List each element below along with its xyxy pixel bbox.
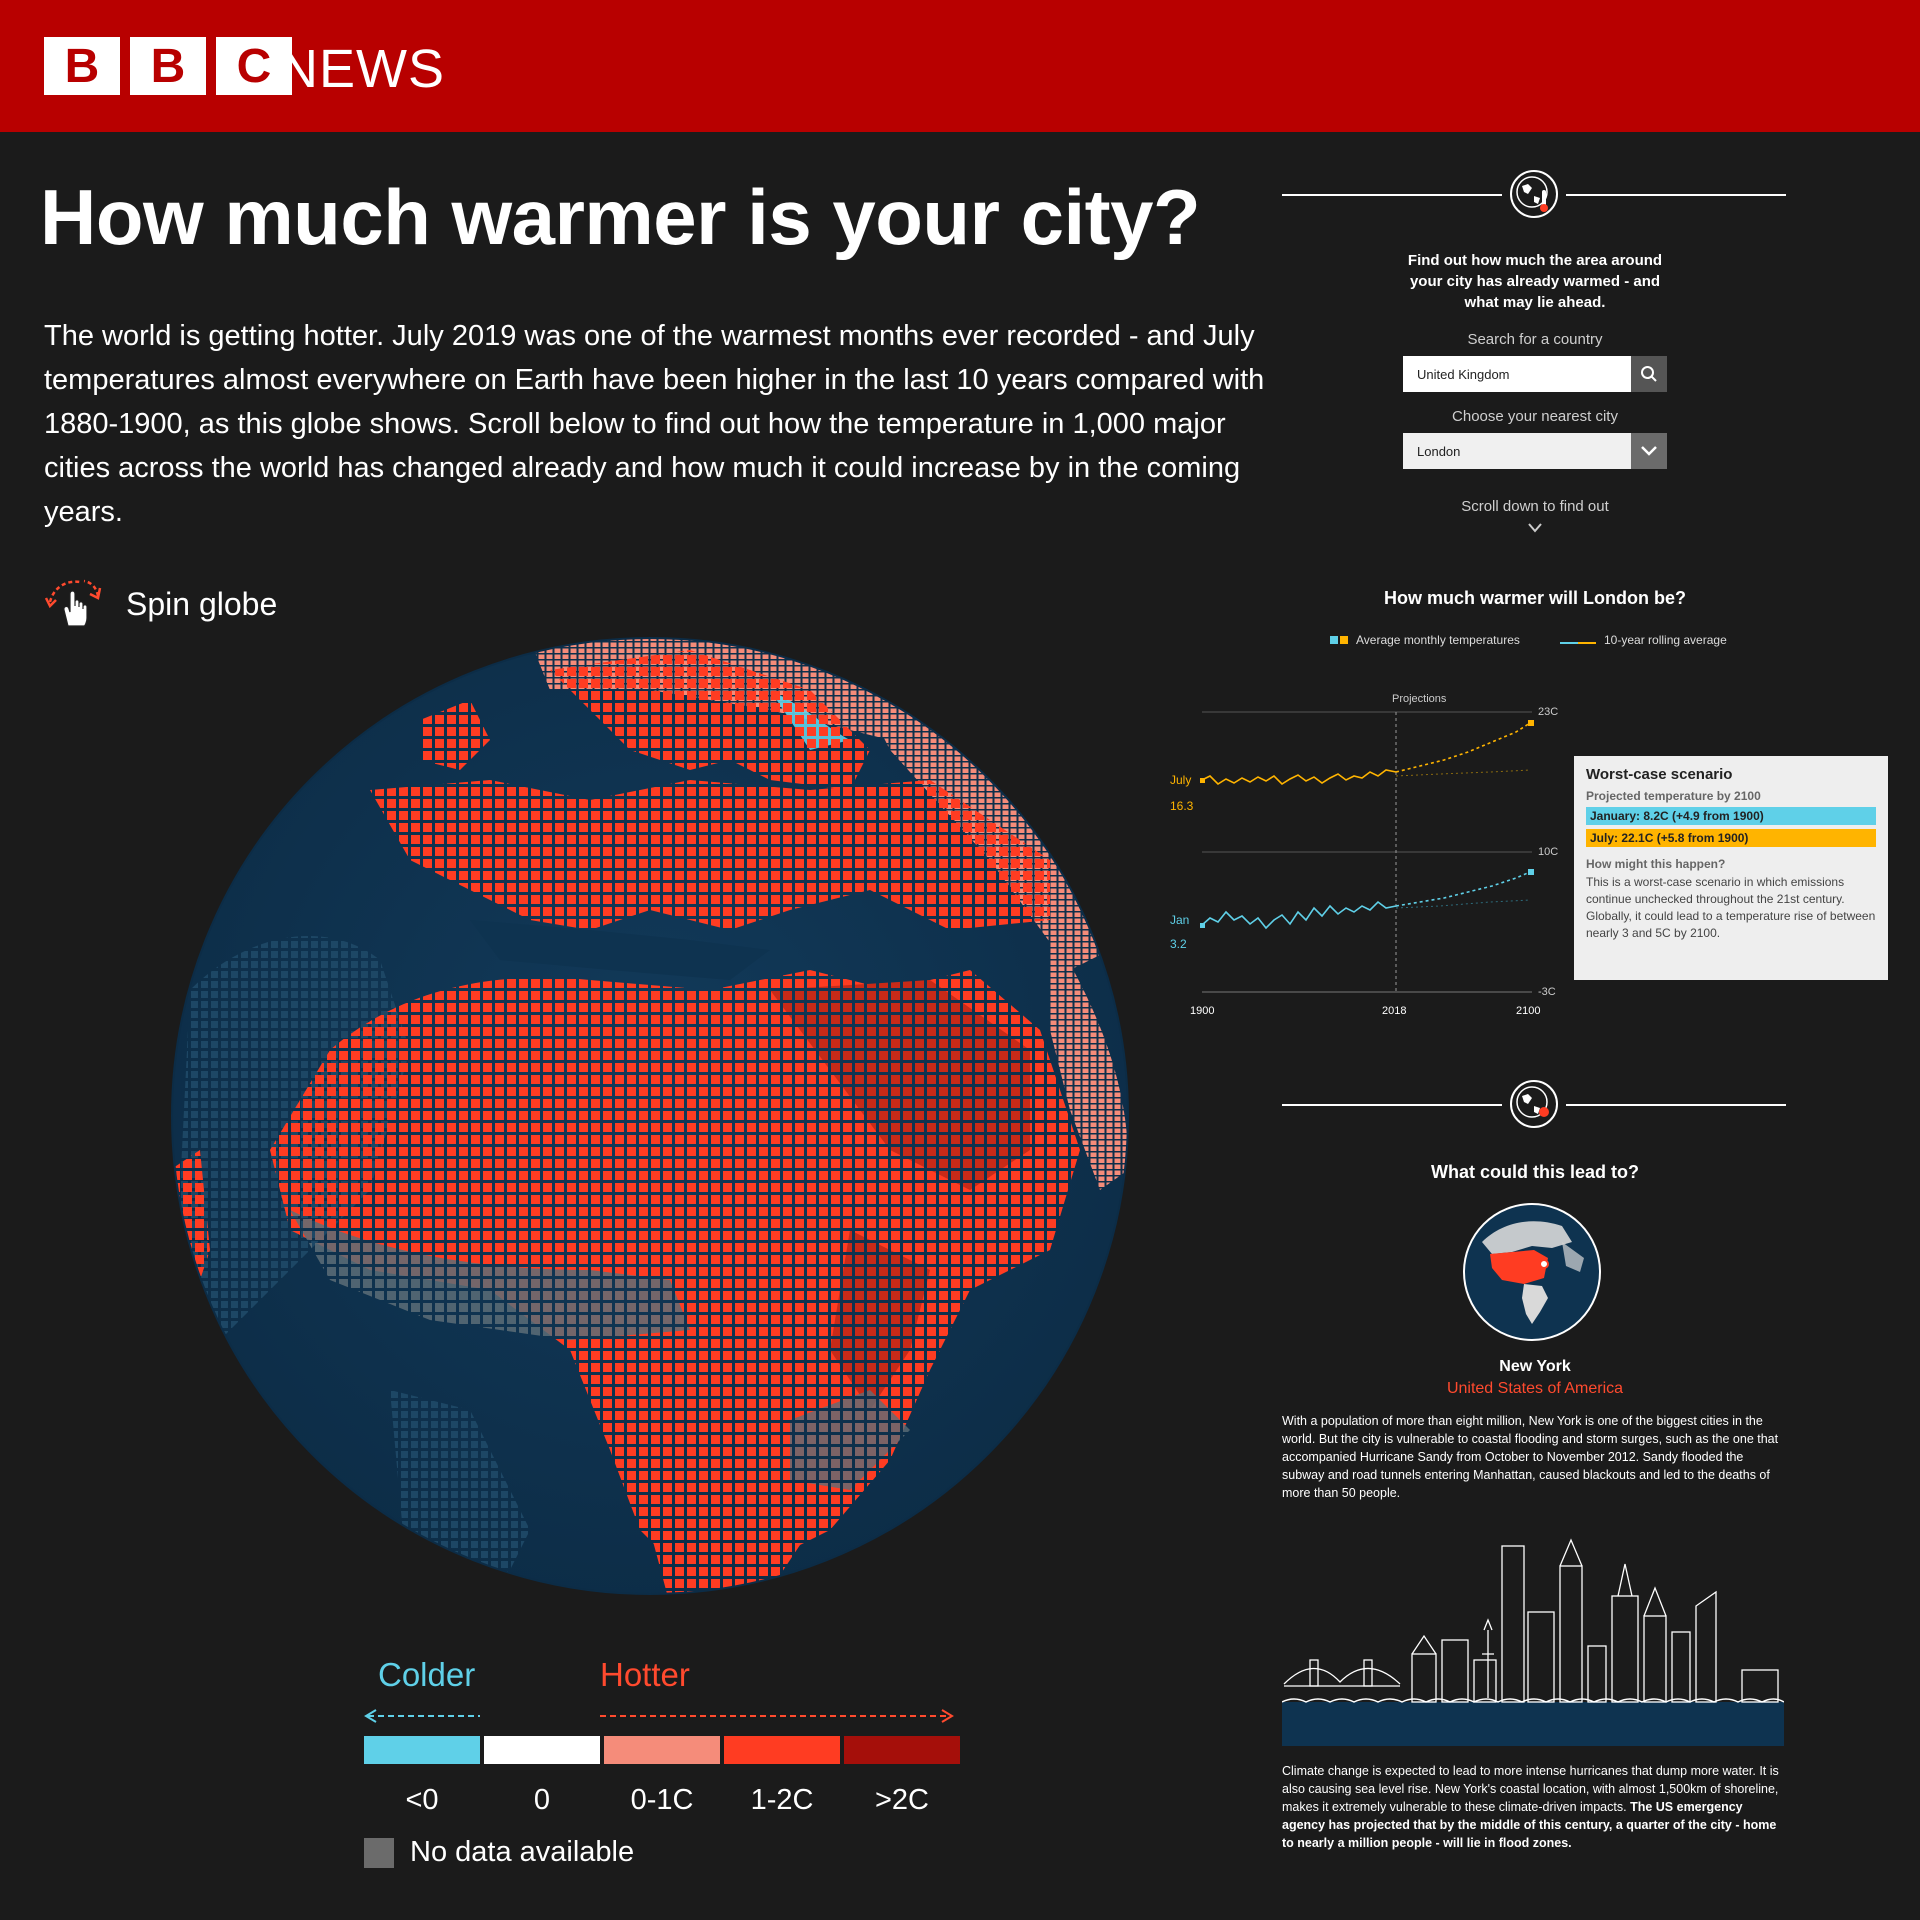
- x-tick: 1900: [1190, 1005, 1214, 1017]
- legend-bin-label: <0: [405, 1784, 439, 1816]
- scenario-january: January: 8.2C (+4.9 from 1900): [1586, 807, 1876, 825]
- spin-globe-label: Spin globe: [126, 586, 278, 622]
- legend-colder-label: Colder: [378, 1656, 476, 1693]
- news-wordmark[interactable]: NEWS: [279, 38, 445, 100]
- legend-swatch: [604, 1736, 720, 1764]
- july-projection-line: [1395, 722, 1531, 773]
- no-data-swatch: [364, 1837, 394, 1868]
- globe-thermometer-icon: [1510, 170, 1558, 218]
- bbc-logo-letter: B: [44, 37, 120, 95]
- projections-label: Projections: [1392, 693, 1447, 705]
- legend-swatches: [364, 1736, 960, 1764]
- scenario-body: This is a worst-case scenario in which e…: [1586, 875, 1876, 940]
- jan-start-value: 3.2: [1170, 937, 1187, 951]
- search-icon: [1641, 366, 1657, 382]
- globe-pin-icon: [1510, 1080, 1558, 1128]
- y-tick: -3C: [1538, 986, 1556, 998]
- legend-swatch: [484, 1736, 600, 1764]
- city-dropdown-button[interactable]: [1631, 433, 1667, 469]
- no-data-label: No data available: [410, 1836, 635, 1868]
- jan-history-line: [1201, 900, 1397, 930]
- legend-hotter-label: Hotter: [600, 1656, 690, 1693]
- bbc-news-header: B B C NEWS: [0, 0, 1920, 132]
- chart-legend-monthly: Average monthly temperatures: [1330, 633, 1520, 647]
- scenario-july: July: 22.1C (+5.8 from 1900): [1586, 829, 1876, 847]
- bbc-logo-letter: B: [130, 37, 206, 95]
- scenario-question: How might this happen?: [1586, 857, 1726, 871]
- jan-projection-line: [1395, 871, 1531, 907]
- chart-legend-rolling: 10-year rolling average: [1560, 633, 1727, 647]
- lead-title: What could this lead to?: [1431, 1162, 1639, 1182]
- globe-canvas[interactable]: [170, 630, 1150, 1610]
- legend-bin-label: 0-1C: [630, 1784, 694, 1816]
- scenario-title: Worst-case scenario: [1586, 766, 1733, 783]
- lead-city: New York: [1499, 1358, 1571, 1375]
- july-alt-projection: [1395, 769, 1531, 777]
- spin-globe-control[interactable]: Spin globe: [44, 576, 277, 633]
- scenario-subtitle: Projected temperature by 2100: [1586, 789, 1761, 803]
- section-divider: [1566, 1104, 1786, 1106]
- legend-swatch: [364, 1736, 480, 1764]
- rolling-legend-icon: [1560, 633, 1596, 647]
- july-label: July: [1170, 773, 1191, 787]
- london-temperature-chart[interactable]: Projections 23C 10C -3C 1900 2018 2100 J…: [1160, 680, 1580, 1020]
- search-intro: Find out how much the area around your c…: [1407, 252, 1663, 311]
- legend-labels: <0 0 0-1C 1-2C >2C: [364, 1784, 960, 1817]
- monthly-legend-icon: [1330, 633, 1348, 647]
- y-tick: 23C: [1538, 706, 1558, 718]
- chevron-down-icon: [1641, 446, 1657, 456]
- city-chart-title: How much warmer will London be?: [1383, 588, 1687, 608]
- july-history-line: [1201, 769, 1397, 786]
- jan-alt-projection: [1395, 899, 1531, 909]
- globe-legend: Colder Hotter <0 0 0-1C 1-2C >2C No data…: [364, 1656, 960, 1868]
- new-york-skyline-illustration: [1282, 1538, 1784, 1746]
- warming-globe[interactable]: [170, 630, 1150, 1610]
- legend-swatch: [844, 1736, 960, 1764]
- legend-swatch: [724, 1736, 840, 1764]
- section-divider: [1282, 194, 1502, 196]
- country-search-input[interactable]: [1403, 356, 1631, 392]
- legend-bin-label: 1-2C: [750, 1784, 814, 1816]
- section-divider: [1282, 1104, 1502, 1106]
- legend-no-data: No data available: [364, 1836, 634, 1869]
- lead-country: United States of America: [1446, 1380, 1624, 1397]
- lead-paragraph-1: With a population of more than eight mil…: [1282, 1414, 1779, 1500]
- scroll-hint: Scroll down to find out: [1461, 498, 1609, 515]
- july-start-value: 16.3: [1170, 799, 1194, 813]
- city-select[interactable]: London: [1403, 433, 1631, 469]
- y-tick: 10C: [1538, 846, 1558, 858]
- rolling-legend-label: 10-year rolling average: [1604, 633, 1727, 647]
- lead-paragraph-2: Climate change is expected to lead to mo…: [1282, 1762, 1782, 1852]
- bbc-logo[interactable]: B B C: [44, 37, 292, 95]
- jan-label: Jan: [1170, 913, 1189, 927]
- july-end-marker: [1528, 720, 1534, 726]
- monthly-legend-label: Average monthly temperatures: [1356, 633, 1520, 647]
- scroll-down-icon[interactable]: [1527, 522, 1543, 534]
- x-tick: 2018: [1382, 1005, 1406, 1017]
- search-button[interactable]: [1631, 356, 1667, 392]
- hand-drag-icon: [44, 576, 104, 633]
- legend-bin-label: >2C: [874, 1784, 929, 1816]
- x-tick: 2100: [1516, 1005, 1540, 1017]
- jan-end-marker: [1528, 869, 1534, 875]
- worst-case-scenario-box: Worst-case scenario Projected temperatur…: [1574, 756, 1888, 980]
- section-divider: [1566, 194, 1786, 196]
- new-york-locator-globe: [1463, 1203, 1601, 1341]
- intro-paragraph: The world is getting hotter. July 2019 w…: [44, 320, 1265, 528]
- page-title: How much warmer is your city?: [40, 173, 1201, 261]
- legend-bin-label: 0: [533, 1784, 551, 1816]
- country-label: Search for a country: [1467, 331, 1603, 348]
- city-label: Choose your nearest city: [1452, 408, 1618, 425]
- legend-arrows: [364, 1709, 954, 1723]
